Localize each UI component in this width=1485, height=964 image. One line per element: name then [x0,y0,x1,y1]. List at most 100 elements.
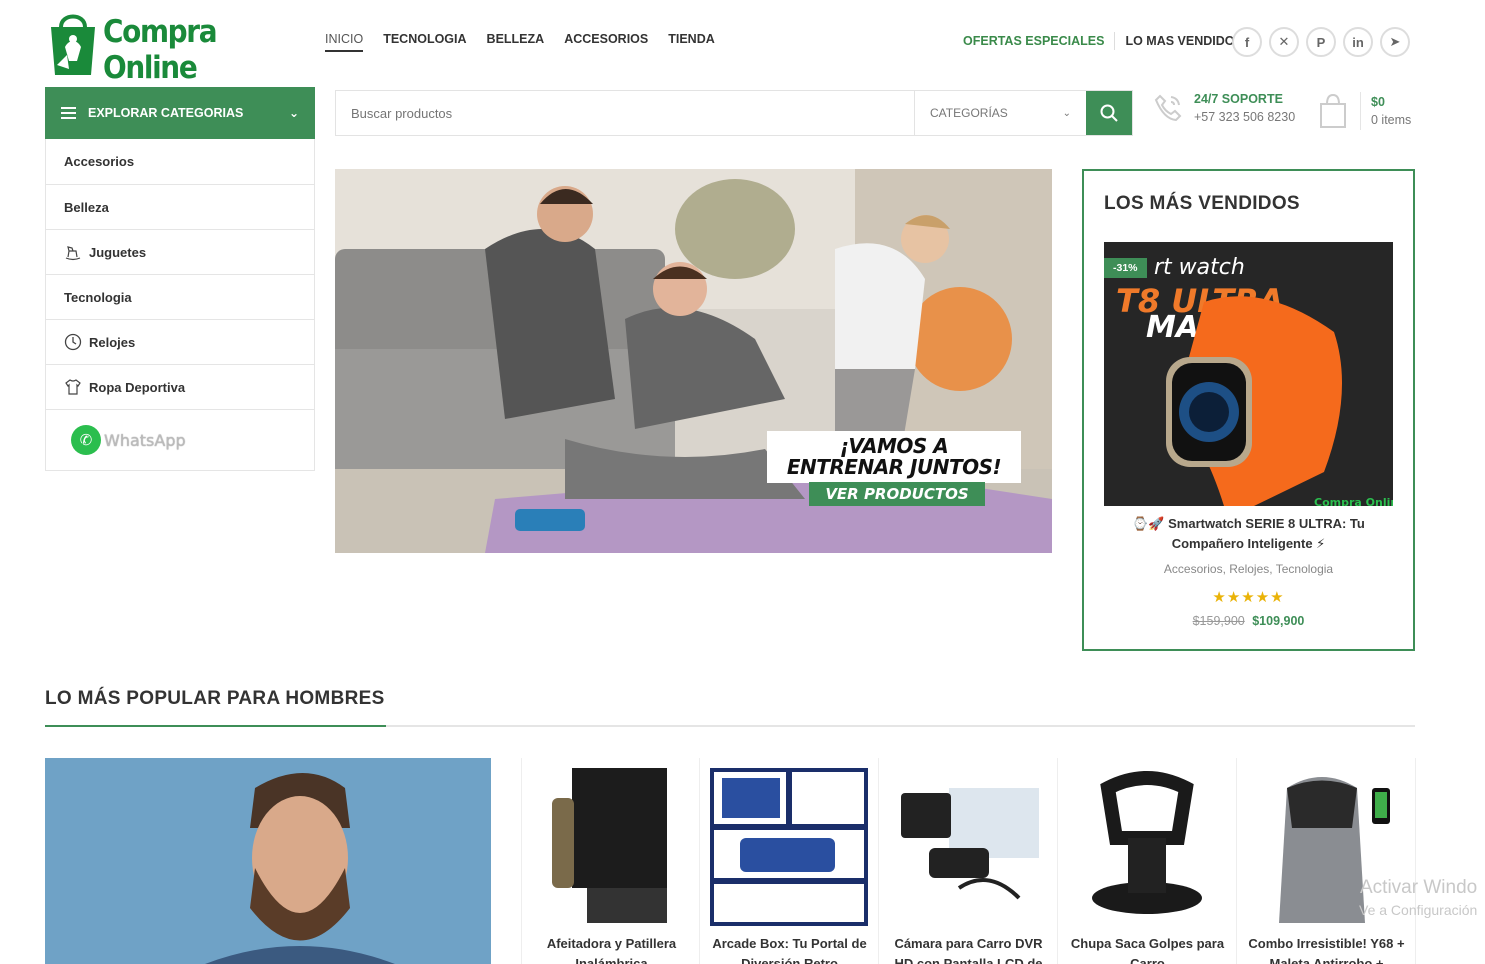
category-tecnologia[interactable]: Tecnologia [46,274,314,319]
hero-banner[interactable]: ¡VAMOS A ENTRENAR JUNTOS! VER PRODUCTOS [335,169,1052,553]
product-name: Chupa Saca Golpes para Carro [1064,934,1231,964]
bearded-man-photo [45,758,491,964]
product-name-line-1: Cámara para Carro DVR [894,936,1043,951]
divider [1114,32,1116,50]
category-label: Accesorios [64,154,135,169]
search-bar: CATEGORÍAS ⌄ [335,90,1133,136]
star-rating: ★★★★★ [1212,589,1285,606]
brand-name: Compra Online [103,14,218,86]
men-banner-image[interactable] [45,758,491,964]
product-name-line-1: Arcade Box: Tu Portal de [712,936,867,951]
shopping-bag-logo-icon [47,9,99,77]
product-name-line-1: ⌚🚀 Smartwatch SERIE 8 ULTRA: Tu [1132,516,1365,531]
category-select[interactable]: CATEGORÍAS ⌄ [914,91,1086,135]
nav-tecnologia[interactable]: TECNOLOGIA [383,32,466,52]
product-price: $159,900 $109,900 [1104,614,1393,628]
product-name-line-2: Inalámbrica [575,956,648,964]
product-name: Afeitadora y Patillera Inalámbrica [528,934,695,964]
rocking-horse-icon [64,243,82,261]
cart-total: $0 [1371,95,1385,109]
category-label: Belleza [64,199,109,215]
product-card[interactable]: Chupa Saca Golpes para Carro [1058,758,1237,964]
category-list: Accesorios Belleza Juguetes Tecnologia R… [45,139,315,471]
windows-activation-hint: Ve a Configuración [1359,902,1478,918]
product-name: Combo Irresistible! Y68 + Maleta Antirro… [1243,934,1410,964]
hamburger-icon [61,107,76,119]
pinterest-icon[interactable]: P [1306,27,1336,57]
support-phone: +57 323 506 8230 [1194,110,1296,124]
section-divider-accent [45,725,386,727]
x-icon[interactable]: ✕ [1269,27,1299,57]
product-card[interactable]: Combo Irresistible! Y68 + Maleta Antirro… [1237,758,1416,964]
special-offers-link[interactable]: OFERTAS ESPECIALES [963,34,1104,48]
linkedin-icon[interactable]: in [1343,27,1373,57]
promo-line-2: ENTRENAR JUNTOS! [786,455,1002,479]
explore-categories-button[interactable]: EXPLORAR CATEGORIAS ⌄ [45,87,315,139]
trimmer-image [552,768,667,923]
suction-cup-image [1092,771,1202,914]
search-button[interactable] [1086,91,1132,135]
sale-price: $109,900 [1252,614,1305,628]
smartwatch-image: rt watch T8 ULTRA MAX Compra Online [1104,242,1393,506]
top-right-links: OFERTAS ESPECIALES LO MAS VENDIDO [963,32,1235,50]
image-watermark: Compra Online [1314,496,1393,506]
product-name-line-2: Diversión Retro [741,956,838,964]
category-belleza[interactable]: Belleza [46,184,314,229]
best-sellers-link[interactable]: LO MAS VENDIDO [1125,34,1234,48]
whatsapp-link[interactable]: ✆ WhatsApp [46,409,314,470]
product-categories[interactable]: Accesorios, Relojes, Tecnologia [1104,562,1393,576]
search-input[interactable] [336,91,914,135]
discount-badge: -31% [1104,258,1147,278]
product-name-line-1: Combo Irresistible! Y68 + [1248,936,1405,951]
whatsapp-label: WhatsApp [104,430,186,450]
category-label: Ropa Deportiva [89,379,186,395]
product-name-line-1: Afeitadora y Patillera [546,936,677,951]
section-title: LO MÁS POPULAR PARA HOMBRES [45,688,385,709]
product-card[interactable]: Cámara para Carro DVR HD con Pantalla LC… [879,758,1058,964]
nav-inicio[interactable]: INICIO [325,32,364,52]
product-name[interactable]: ⌚🚀 Smartwatch SERIE 8 ULTRA: Tu Compañer… [1104,514,1393,554]
divider [1360,92,1361,130]
whatsapp-icon: ✆ [71,425,101,455]
best-seller-title: LOS MÁS VENDIDOS [1104,193,1300,214]
category-accesorios[interactable]: Accesorios [46,139,314,184]
product-name: Arcade Box: Tu Portal de Diversión Retro [706,934,873,964]
arcade-box-image [710,768,868,926]
explore-categories-label: EXPLORAR CATEGORIAS [88,106,244,120]
logo[interactable]: Compra Online [47,8,287,86]
support-info[interactable]: 24/7 SOPORTE +57 323 506 8230 [1152,92,1295,124]
dashcam-image [901,788,1039,900]
search-icon [1100,104,1118,122]
chevron-down-icon: ⌄ [1062,107,1071,119]
product-name-line-2: Maleta Antirrobo + [1269,956,1384,964]
category-ropa-deportiva[interactable]: Ropa Deportiva [46,364,314,409]
view-products-button[interactable]: VER PRODUCTOS [809,482,985,506]
tshirt-icon [64,378,82,396]
nav-belleza[interactable]: BELLEZA [487,32,545,52]
product-name-line-2: HD con Pantalla LCD de [894,956,1043,964]
category-label: Tecnologia [64,289,132,305]
promo-headline: ¡VAMOS A ENTRENAR JUNTOS! [767,431,1021,483]
telegram-icon[interactable]: ➤ [1380,27,1410,57]
product-card[interactable]: Afeitadora y Patillera Inalámbrica [521,758,700,964]
product-card[interactable]: Arcade Box: Tu Portal de Diversión Retro [700,758,879,964]
social-links: f ✕ P in ➤ [1232,27,1410,57]
windows-activation-watermark: Activar Windo [1360,877,1478,898]
support-title: 24/7 SOPORTE [1194,92,1283,106]
product-name-line-2: Compañero Inteligente ⚡ [1171,536,1326,551]
category-juguetes[interactable]: Juguetes [46,229,314,274]
product-image[interactable]: rt watch T8 ULTRA MAX Compra Online -31% [1104,242,1393,506]
promo-line-1: ¡VAMOS A [839,434,949,458]
shopping-bag-icon [1320,93,1346,128]
category-relojes[interactable]: Relojes [46,319,314,364]
product-carousel: Afeitadora y Patillera Inalámbrica Arcad… [521,758,1416,964]
best-seller-widget: LOS MÁS VENDIDOS rt watch T8 ULTRA MAX C… [1082,169,1415,651]
nav-accesorios[interactable]: ACCESORIOS [564,32,648,52]
category-label: Juguetes [89,244,147,260]
product-name-line-2: Carro [1130,956,1165,964]
facebook-icon[interactable]: f [1232,27,1262,57]
cart-count: 0 items [1371,113,1412,127]
nav-tienda[interactable]: TIENDA [668,32,715,52]
product-name: Cámara para Carro DVR HD con Pantalla LC… [885,934,1052,964]
cart[interactable]: $0 0 items [1318,92,1411,130]
